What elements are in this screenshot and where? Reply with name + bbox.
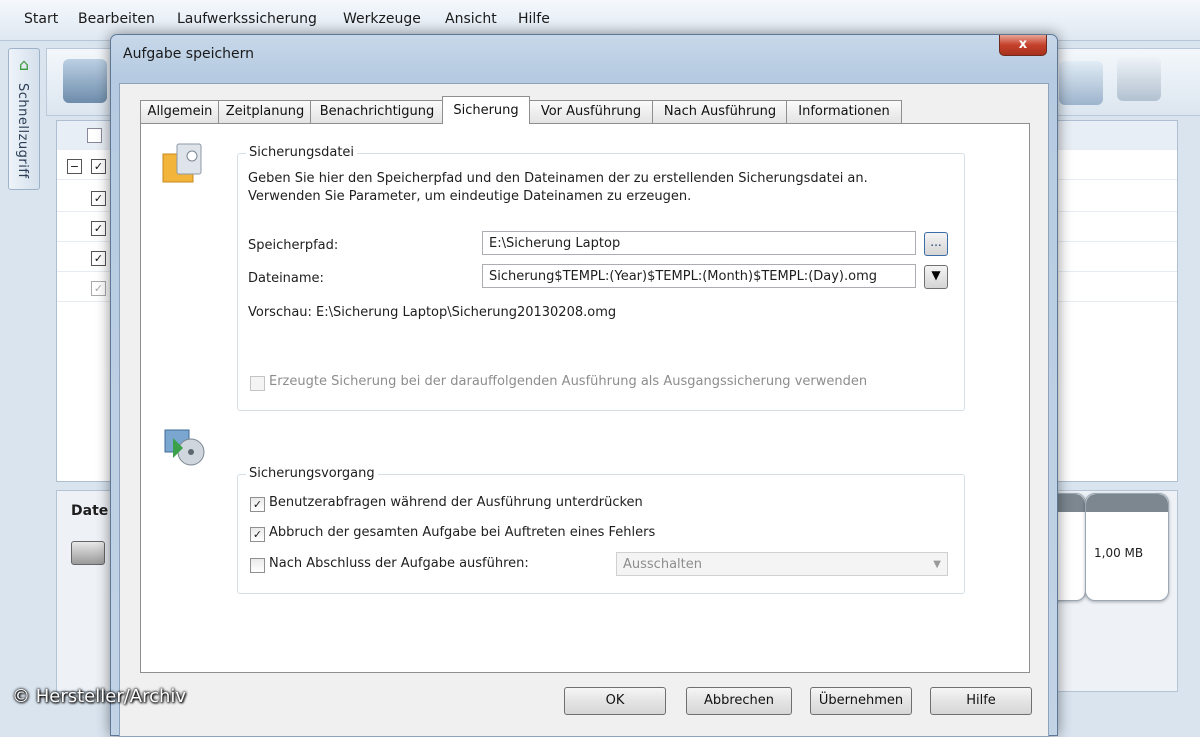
chevron-down-icon: ▼: [931, 268, 941, 282]
path-input[interactable]: E:\Sicherung Laptop: [482, 231, 916, 255]
quick-access-label: Schnellzugriff: [15, 83, 30, 179]
tab-vor-ausfuehrung[interactable]: Vor Ausführung: [528, 100, 654, 123]
ok-button[interactable]: OK: [564, 687, 666, 715]
after-completion-checkbox[interactable]: [250, 558, 265, 573]
filename-input[interactable]: Sicherung$TEMPL:(Year)$TEMPL:(Month)$TEM…: [482, 264, 916, 288]
abort-on-error-checkbox[interactable]: ✓: [250, 527, 265, 542]
use-as-base-label: Erzeugte Sicherung bei der darauffolgend…: [269, 374, 868, 389]
menu-hilfe[interactable]: Hilfe: [518, 11, 550, 27]
help-button[interactable]: Hilfe: [930, 687, 1032, 715]
tab-informationen[interactable]: Informationen: [786, 100, 902, 123]
tab-sicherung[interactable]: Sicherung: [442, 96, 530, 124]
backup-process-group: Sicherungsvorgang ✓ Benutzerabfragen wäh…: [237, 466, 965, 594]
item-checkbox[interactable]: ✓: [91, 251, 106, 266]
item-checkbox[interactable]: ✓: [91, 191, 106, 206]
preview-text: Vorschau: E:\Sicherung Laptop\Sicherung2…: [248, 305, 617, 320]
copy-icon: [87, 128, 102, 143]
item-checkbox[interactable]: ✓: [91, 281, 106, 296]
close-button[interactable]: x: [999, 35, 1047, 56]
backup-file-description: Geben Sie hier den Speicherpfad und den …: [248, 170, 938, 206]
backup-process-legend: Sicherungsvorgang: [246, 466, 378, 481]
menu-bearbeiten[interactable]: Bearbeiten: [78, 11, 155, 27]
after-completion-select[interactable]: Ausschalten ▼: [616, 552, 948, 576]
menu-start[interactable]: Start: [24, 11, 58, 27]
suppress-prompts-checkbox[interactable]: ✓: [250, 497, 265, 512]
menu-laufwerkssicherung[interactable]: Laufwerkssicherung: [177, 11, 317, 27]
tab-nach-ausfuehrung[interactable]: Nach Ausführung: [652, 100, 788, 123]
backup-file-legend: Sicherungsdatei: [246, 145, 358, 160]
home-icon: ⌂: [18, 55, 30, 74]
quick-access-tab[interactable]: ⌂ Schnellzugriff: [8, 48, 40, 190]
suppress-prompts-label: Benutzerabfragen während der Ausführung …: [269, 495, 643, 510]
after-completion-label: Nach Abschluss der Aufgabe ausführen:: [269, 556, 529, 571]
description-line-1: Geben Sie hier den Speicherpfad und den …: [248, 171, 868, 186]
filename-label: Dateiname:: [248, 271, 324, 286]
cancel-button[interactable]: Abbrechen: [686, 687, 792, 715]
copyright-watermark: © Hersteller/Archiv: [12, 686, 187, 707]
backup-icon[interactable]: [63, 59, 107, 103]
settings-drive-icon[interactable]: [1117, 57, 1161, 101]
save-task-dialog: Aufgabe speichern x Allgemein Zeitplanun…: [110, 34, 1058, 737]
item-checkbox[interactable]: ✓: [91, 221, 106, 236]
backup-file-group: Sicherungsdatei Geben Sie hier den Speic…: [237, 145, 965, 411]
dialog-title: Aufgabe speichern: [123, 46, 255, 62]
abort-on-error-label: Abbruch der gesamten Aufgabe bei Auftret…: [269, 525, 656, 540]
browse-button[interactable]: ...: [924, 232, 948, 256]
apply-button[interactable]: Übernehmen: [810, 687, 912, 715]
disk-size-label: 1,00 MB: [1094, 546, 1144, 560]
dialog-client: Allgemein Zeitplanung Benachrichtigung S…: [119, 83, 1049, 737]
chevron-down-icon: ▼: [933, 559, 941, 570]
tab-allgemein[interactable]: Allgemein: [140, 100, 220, 123]
add-drive-icon[interactable]: [1059, 61, 1103, 105]
backup-process-icon: [164, 429, 205, 466]
drive-panel-heading: Date: [71, 503, 109, 519]
hard-drive-icon: [71, 541, 105, 565]
expand-icon[interactable]: −: [67, 159, 82, 174]
tab-zeitplanung[interactable]: Zeitplanung: [218, 100, 312, 123]
use-as-base-checkbox[interactable]: [250, 376, 265, 391]
menu-werkzeuge[interactable]: Werkzeuge: [343, 11, 421, 27]
disk-card[interactable]: 1,00 MB: [1085, 493, 1169, 601]
description-line-2: Verwenden Sie Parameter, um eindeutige D…: [248, 189, 692, 204]
item-checkbox[interactable]: ✓: [91, 159, 106, 174]
path-label: Speicherpfad:: [248, 238, 339, 253]
sicherung-tab-page: Sicherungsdatei Geben Sie hier den Speic…: [140, 123, 1030, 673]
tab-benachrichtigung[interactable]: Benachrichtigung: [310, 100, 444, 123]
after-completion-value: Ausschalten: [623, 557, 702, 572]
backup-file-icon: [162, 143, 202, 183]
parameter-dropdown-button[interactable]: ▼: [924, 265, 948, 289]
menu-ansicht[interactable]: Ansicht: [445, 11, 497, 27]
